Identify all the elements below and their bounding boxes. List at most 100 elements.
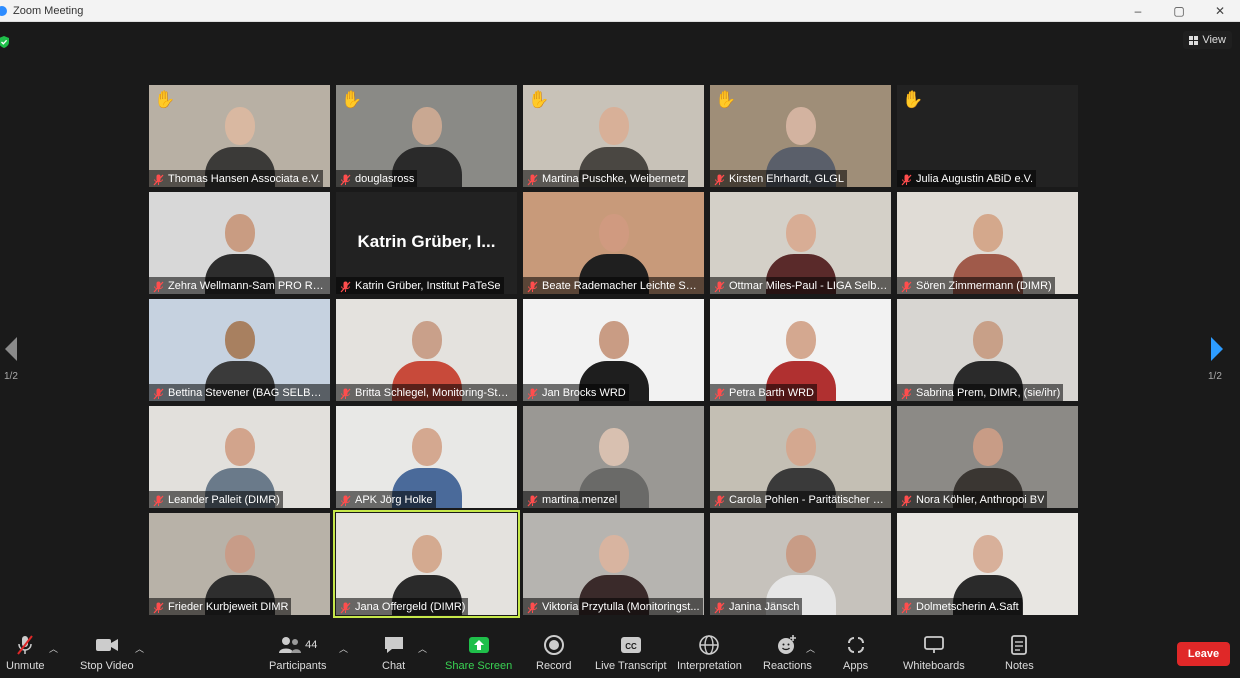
participants-options-caret-icon[interactable]: ︿ [339, 642, 348, 654]
muted-mic-icon [901, 173, 912, 185]
participant-name: APK Jörg Holke [355, 493, 433, 506]
participant-figure-head [972, 214, 1003, 252]
share-screen-button[interactable]: Share Screen [445, 634, 512, 672]
participant-name-bar: Leander Palleit (DIMR) [149, 491, 283, 508]
participant-tile[interactable]: Frieder Kurbjeweit DIMR [149, 513, 330, 615]
participant-figure-head [411, 321, 442, 359]
raised-hand-icon: ✋ [154, 90, 176, 109]
closed-caption-icon: CC [620, 634, 642, 656]
participant-figure-head [785, 535, 816, 573]
muted-mic-icon [901, 280, 912, 292]
close-window-button[interactable]: ✕ [1200, 0, 1240, 22]
reactions-button[interactable]: Reactions [763, 634, 812, 672]
apps-icon [846, 634, 866, 656]
participant-tile[interactable]: Janina Jänsch [710, 513, 891, 615]
participant-tile[interactable]: Katrin Grüber, I... Katrin Grüber, Instit… [336, 192, 517, 294]
participant-name: Katrin Grüber, Institut PaTeSe [355, 279, 501, 292]
participant-tile[interactable]: ✋ douglasross [336, 85, 517, 187]
globe-icon [698, 634, 720, 656]
participant-tile[interactable]: Sabrina Prem, DIMR, (sie/ihr) [897, 299, 1078, 401]
participant-name: Dolmetscherin A.Saft [916, 600, 1019, 613]
participant-name-bar: Sören Zimmermann (DIMR) [897, 277, 1055, 294]
participant-name-bar: Carola Pohlen - Paritätischer GV [710, 491, 891, 508]
muted-mic-icon [153, 494, 164, 506]
record-label: Record [536, 660, 572, 672]
record-button[interactable]: Record [536, 634, 571, 672]
encryption-shield-icon[interactable] [0, 36, 10, 48]
apps-button[interactable]: Apps [843, 634, 868, 672]
smiley-reaction-icon [776, 634, 798, 656]
whiteboard-icon [923, 634, 945, 656]
participant-tile[interactable]: Leander Palleit (DIMR) [149, 406, 330, 508]
view-button[interactable]: View [1183, 31, 1232, 49]
participant-tile[interactable]: martina.menzel [523, 406, 704, 508]
participant-name-bar: Ottmar Miles-Paul - LIGA Selbst... [710, 277, 891, 294]
participant-name: Carola Pohlen - Paritätischer GV [729, 493, 888, 506]
stop-video-button[interactable]: Stop Video [80, 634, 134, 672]
leave-meeting-button[interactable]: Leave [1177, 642, 1230, 666]
share-screen-arrow-icon [468, 634, 490, 656]
minimize-button[interactable]: – [1118, 0, 1158, 22]
live-transcript-label: Live Transcript [595, 660, 667, 672]
reactions-options-caret-icon[interactable]: ︿ [806, 642, 815, 654]
participant-name: Kirsten Ehrhardt, GLGL [729, 172, 844, 185]
notes-button[interactable]: Notes [1005, 634, 1034, 672]
view-button-label: View [1202, 34, 1226, 46]
participant-name-bar: douglasross [336, 170, 418, 187]
interpretation-button[interactable]: Interpretation [677, 634, 742, 672]
participant-name: Ottmar Miles-Paul - LIGA Selbst... [729, 279, 888, 292]
participant-tile[interactable]: Britta Schlegel, Monitoring-Stell... [336, 299, 517, 401]
participant-tile[interactable]: Beate Rademacher Leichte Sprache [523, 192, 704, 294]
participant-tile[interactable]: Sören Zimmermann (DIMR) [897, 192, 1078, 294]
participant-tile[interactable]: Zehra Wellmann-Sam PRO RET... [149, 192, 330, 294]
participant-figure-head [411, 107, 442, 145]
participant-tile[interactable]: Jana Offergeld (DIMR) [333, 510, 520, 618]
participant-tile[interactable]: ✋ Thomas Hansen Associata e.V. [149, 85, 330, 187]
maximize-button[interactable]: ▢ [1159, 0, 1199, 22]
participant-name: Nora Köhler, Anthropoi BV [916, 493, 1045, 506]
participant-name: Janina Jänsch [729, 600, 800, 613]
whiteboards-button[interactable]: Whiteboards [903, 634, 965, 672]
unmute-button[interactable]: Unmute [6, 634, 45, 672]
participant-tile[interactable]: Carola Pohlen - Paritätischer GV [710, 406, 891, 508]
participant-name-bar: Britta Schlegel, Monitoring-Stell... [336, 384, 517, 401]
participants-button[interactable]: 44 Participants [269, 634, 326, 672]
audio-options-caret-icon[interactable]: ︿ [49, 642, 58, 654]
participant-figure-head [598, 428, 629, 466]
participant-tile[interactable]: ✋ Martina Puschke, Weibernetz [523, 85, 704, 187]
chat-options-caret-icon[interactable]: ︿ [418, 642, 427, 654]
participant-tile[interactable]: Ottmar Miles-Paul - LIGA Selbst... [710, 192, 891, 294]
participant-tile[interactable]: Viktoria Przytulla (Monitoringst... [523, 513, 704, 615]
participant-tile[interactable]: APK Jörg Holke [336, 406, 517, 508]
participant-figure-head [224, 321, 255, 359]
participant-tile[interactable]: ✋ Julia Augustin ABiD e.V. [897, 85, 1078, 187]
participant-name-bar: Beate Rademacher Leichte Sprache [523, 277, 704, 294]
participant-tile[interactable]: Bettina Stevener (BAG SELBSTH... [149, 299, 330, 401]
participant-tile[interactable]: Petra Barth WRD [710, 299, 891, 401]
next-page-arrow-icon[interactable] [1208, 336, 1226, 362]
participant-name-bar: Kirsten Ehrhardt, GLGL [710, 170, 847, 187]
participant-tile[interactable]: Jan Brocks WRD [523, 299, 704, 401]
participant-tile[interactable]: Nora Köhler, Anthropoi BV [897, 406, 1078, 508]
video-options-caret-icon[interactable]: ︿ [135, 642, 144, 654]
participant-display-name-placeholder: Katrin Grüber, I... [357, 232, 496, 251]
participant-name: Thomas Hansen Associata e.V. [168, 172, 321, 185]
zoom-logo-icon [0, 5, 7, 16]
raised-hand-icon: ✋ [528, 90, 550, 109]
participant-name: Viktoria Przytulla (Monitoringst... [542, 600, 700, 613]
participant-tile[interactable]: ✋ Kirsten Ehrhardt, GLGL [710, 85, 891, 187]
reactions-label: Reactions [763, 660, 812, 672]
share-screen-label: Share Screen [445, 660, 513, 672]
previous-page-arrow-icon[interactable] [2, 336, 20, 362]
participant-name-bar: Petra Barth WRD [710, 384, 817, 401]
participant-figure-head [972, 535, 1003, 573]
participant-tile[interactable]: Dolmetscherin A.Saft [897, 513, 1078, 615]
participant-name-bar: Frieder Kurbjeweit DIMR [149, 598, 292, 615]
muted-mic-icon [153, 173, 164, 185]
grid-view-icon [1189, 35, 1199, 45]
participant-figure-head [972, 321, 1003, 359]
live-transcript-button[interactable]: CC Live Transcript [595, 634, 667, 672]
participant-name-bar: Julia Augustin ABiD e.V. [897, 170, 1037, 187]
chat-button[interactable]: Chat [382, 634, 405, 672]
muted-mic-icon [901, 601, 912, 613]
